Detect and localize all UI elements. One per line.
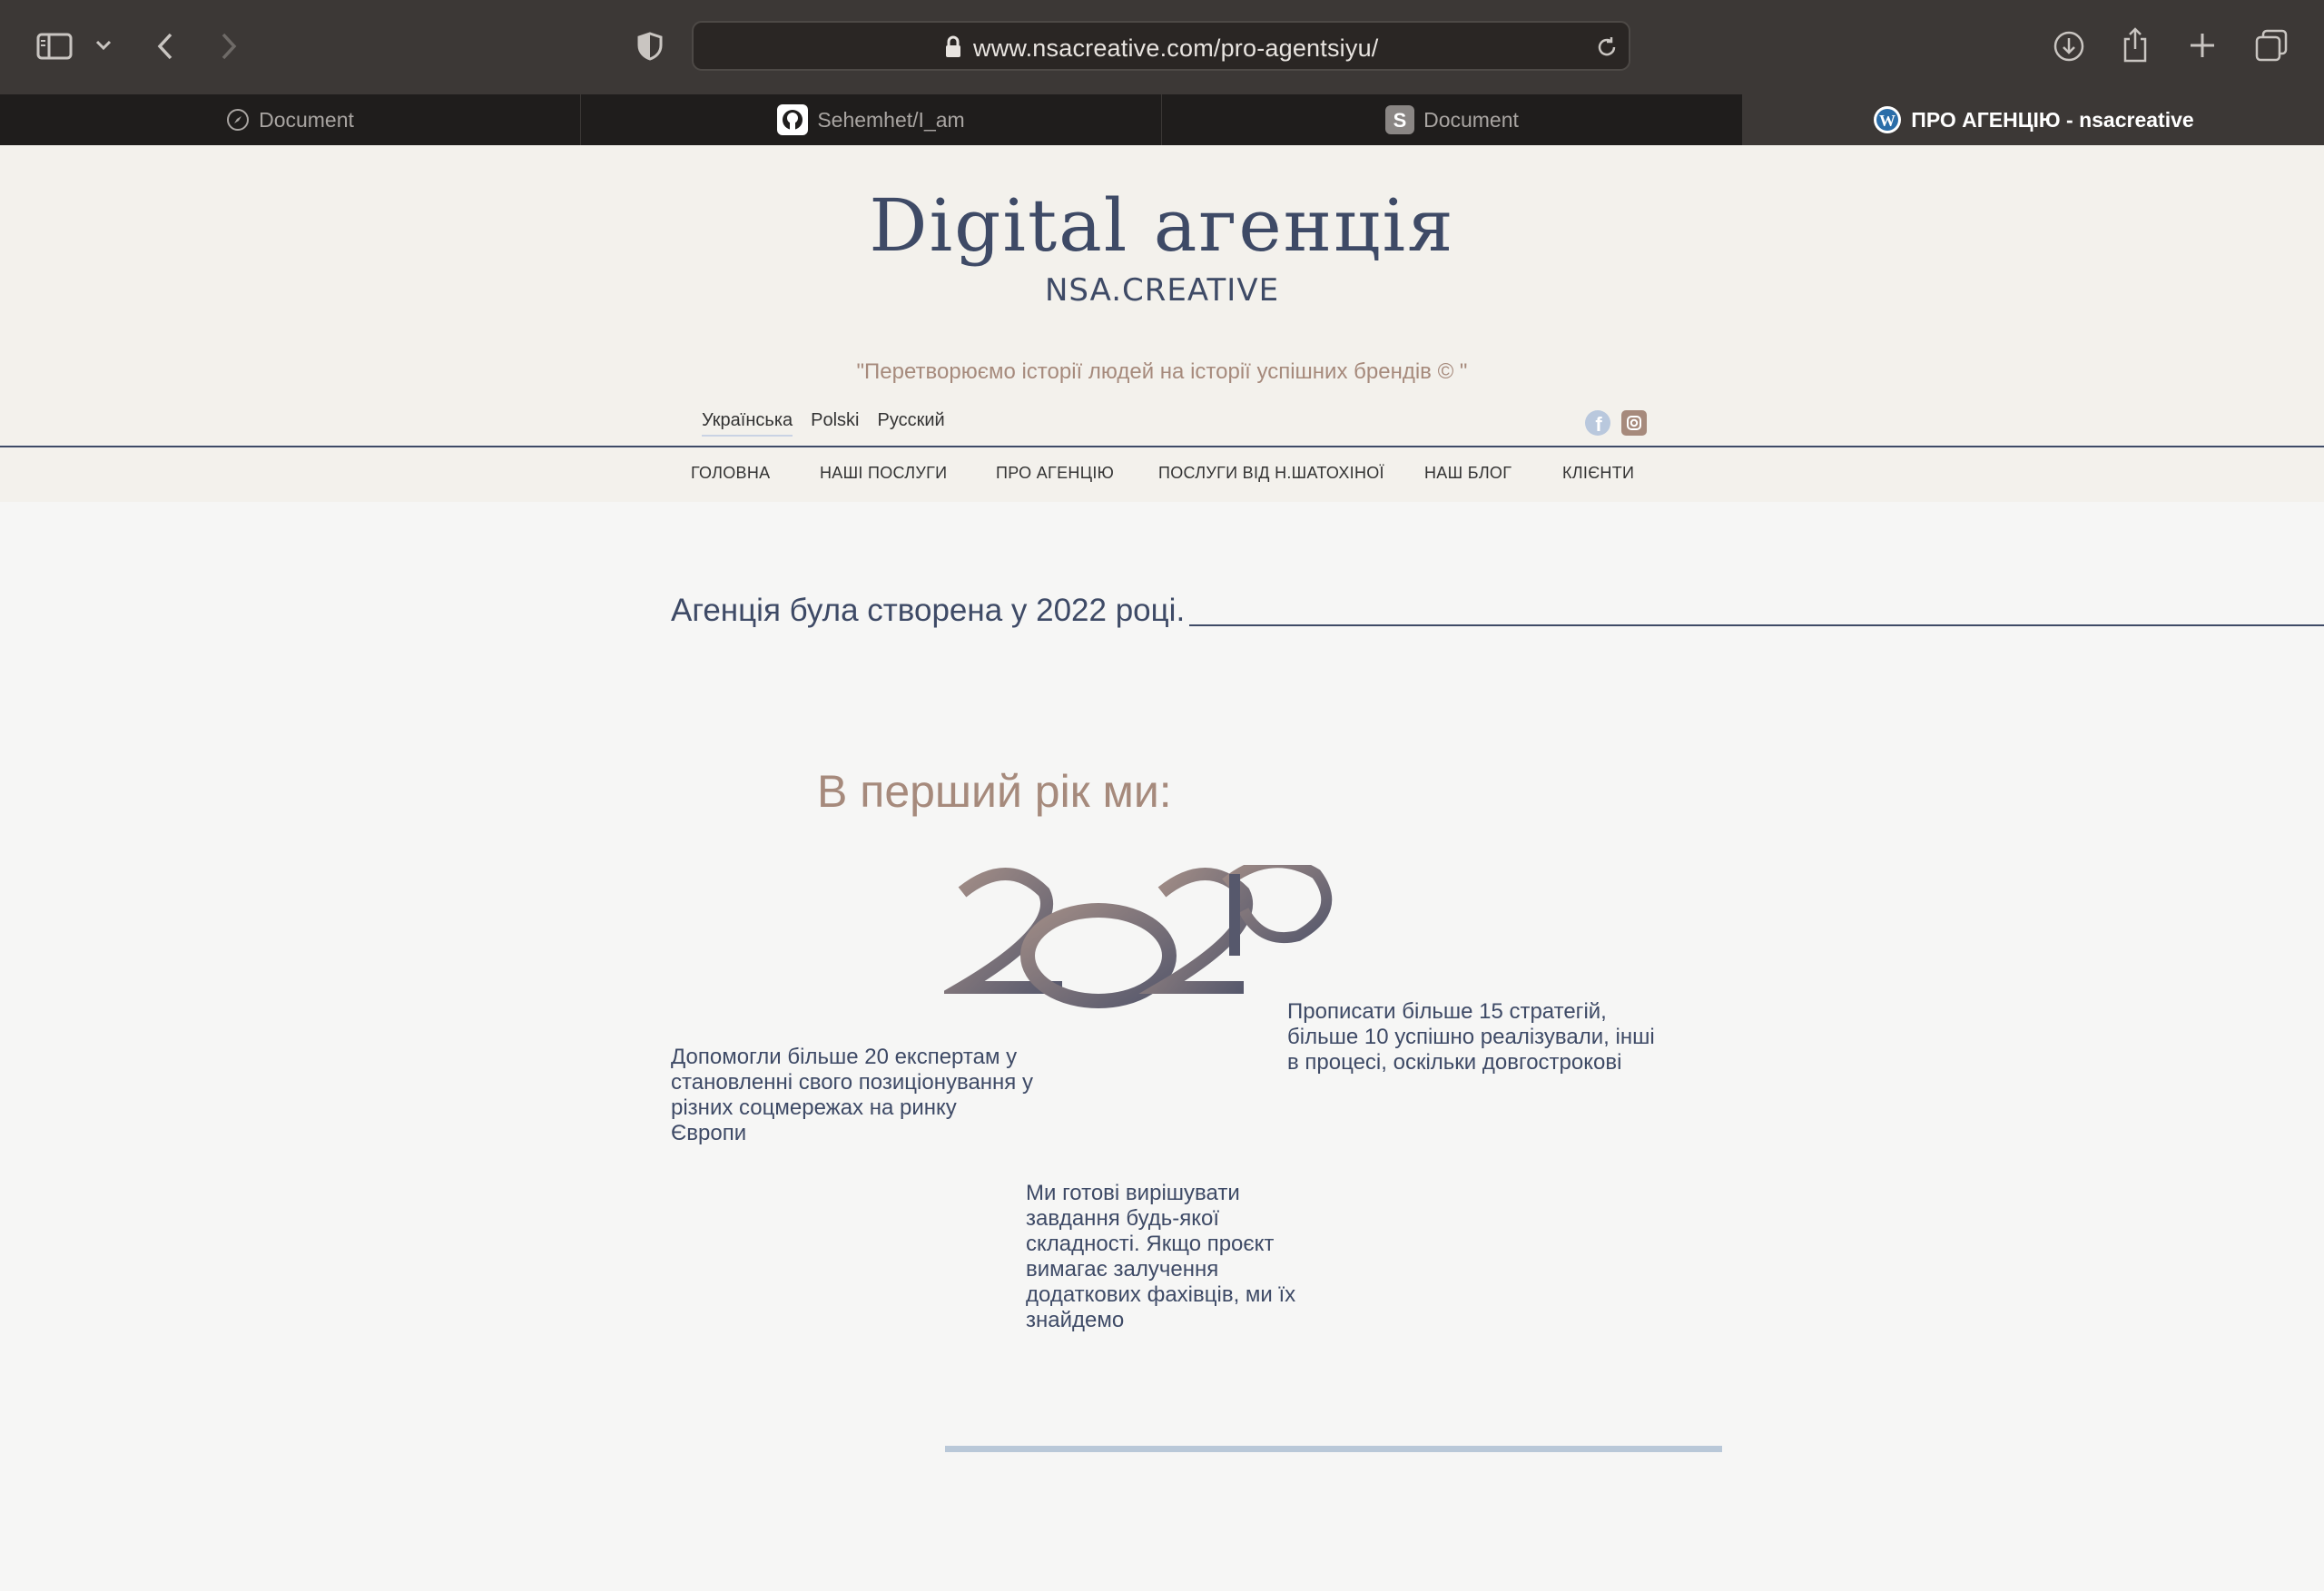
svg-text:f: f xyxy=(1595,413,1602,436)
bottom-accent-bar xyxy=(945,1446,1722,1452)
bottom-achievement-text: Ми готові вирішувати завдання будь-якої … xyxy=(1026,1181,1296,1332)
nav-about[interactable]: ПРО АГЕНЦІЮ xyxy=(996,464,1114,483)
lang-ukrainian[interactable]: Українська xyxy=(702,410,793,437)
nav-home[interactable]: ГОЛОВНА xyxy=(691,464,770,483)
lock-icon xyxy=(946,35,960,57)
tab-github[interactable]: Sehemhet/I_am xyxy=(581,94,1162,145)
tab-label: ПРО АГЕНЦІЮ - nsacreative xyxy=(1911,107,2194,132)
new-tab-icon[interactable] xyxy=(2186,29,2219,62)
page-content: Агенція була створена у 2022 році. В пер… xyxy=(0,502,2324,1452)
site-title[interactable]: Digital агенція xyxy=(0,183,2324,268)
site-tagline: "Перетворюємо історії людей на історії у… xyxy=(856,359,1468,384)
back-icon[interactable] xyxy=(153,31,178,62)
language-switcher: Українська Polski Русский xyxy=(702,410,945,437)
chevron-down-icon[interactable] xyxy=(94,36,113,54)
tab-document-2[interactable]: S Document xyxy=(1162,94,1743,145)
github-icon xyxy=(777,104,809,135)
wordpress-icon: W xyxy=(1873,105,1902,134)
nav-services[interactable]: НАШІ ПОСЛУГИ xyxy=(820,464,947,483)
tab-bar: Document Sehemhet/I_am S Document W ПРО … xyxy=(0,94,2324,145)
tab-overview-icon[interactable] xyxy=(2253,27,2290,64)
nav-shatokhina-services[interactable]: ПОСЛУГИ ВІД Н.ШАТОХІНОЇ xyxy=(1158,464,1384,483)
tab-label: Sehemhet/I_am xyxy=(817,107,965,132)
page-headline: Агенція була створена у 2022 році. xyxy=(671,593,1186,628)
compass-icon xyxy=(226,108,250,132)
forward-icon[interactable] xyxy=(216,31,241,62)
right-achievement-text: Прописати більше 15 стратегій, більше 10… xyxy=(1287,999,1655,1075)
nav-blog[interactable]: НАШ БЛОГ xyxy=(1424,464,1512,483)
tab-active-nsacreative[interactable]: W ПРО АГЕНЦІЮ - nsacreative xyxy=(1743,94,2324,145)
browser-toolbar: www.nsacreative.com/pro-agentsiyu/ xyxy=(0,0,2324,94)
left-achievement-text: Допомогли більше 20 експертам у становле… xyxy=(671,1045,1033,1145)
site-header: Digital агенція NSA.CREATIVE "Перетворює… xyxy=(0,145,2324,445)
nav-clients[interactable]: КЛІЄНТИ xyxy=(1562,464,1634,483)
url-text: www.nsacreative.com/pro-agentsiyu/ xyxy=(973,34,1379,62)
address-bar[interactable]: www.nsacreative.com/pro-agentsiyu/ xyxy=(692,21,1630,71)
main-nav: ГОЛОВНА НАШІ ПОСЛУГИ ПРО АГЕНЦІЮ ПОСЛУГИ… xyxy=(0,447,2324,502)
tab-label: Document xyxy=(259,107,354,132)
first-year-heading: В перший рік ми: xyxy=(817,766,1172,817)
svg-text:S: S xyxy=(1393,109,1407,132)
sidebar-toggle-icon[interactable] xyxy=(34,31,74,62)
site-subtitle: NSA.CREATIVE xyxy=(1044,272,1280,309)
lang-polish[interactable]: Polski xyxy=(811,410,859,437)
share-icon[interactable] xyxy=(2119,25,2152,64)
svg-text:W: W xyxy=(1879,112,1896,130)
instagram-icon[interactable] xyxy=(1621,410,1647,436)
reload-icon[interactable] xyxy=(1596,35,1618,59)
tab-label: Document xyxy=(1423,107,1519,132)
facebook-icon[interactable]: f xyxy=(1585,410,1610,436)
download-icon[interactable] xyxy=(2052,29,2086,64)
lang-russian[interactable]: Русский xyxy=(878,410,945,437)
headline-rule xyxy=(1189,624,2324,626)
shield-icon[interactable] xyxy=(635,31,665,62)
s-app-icon: S xyxy=(1385,105,1415,134)
tab-document-1[interactable]: Document xyxy=(0,94,581,145)
